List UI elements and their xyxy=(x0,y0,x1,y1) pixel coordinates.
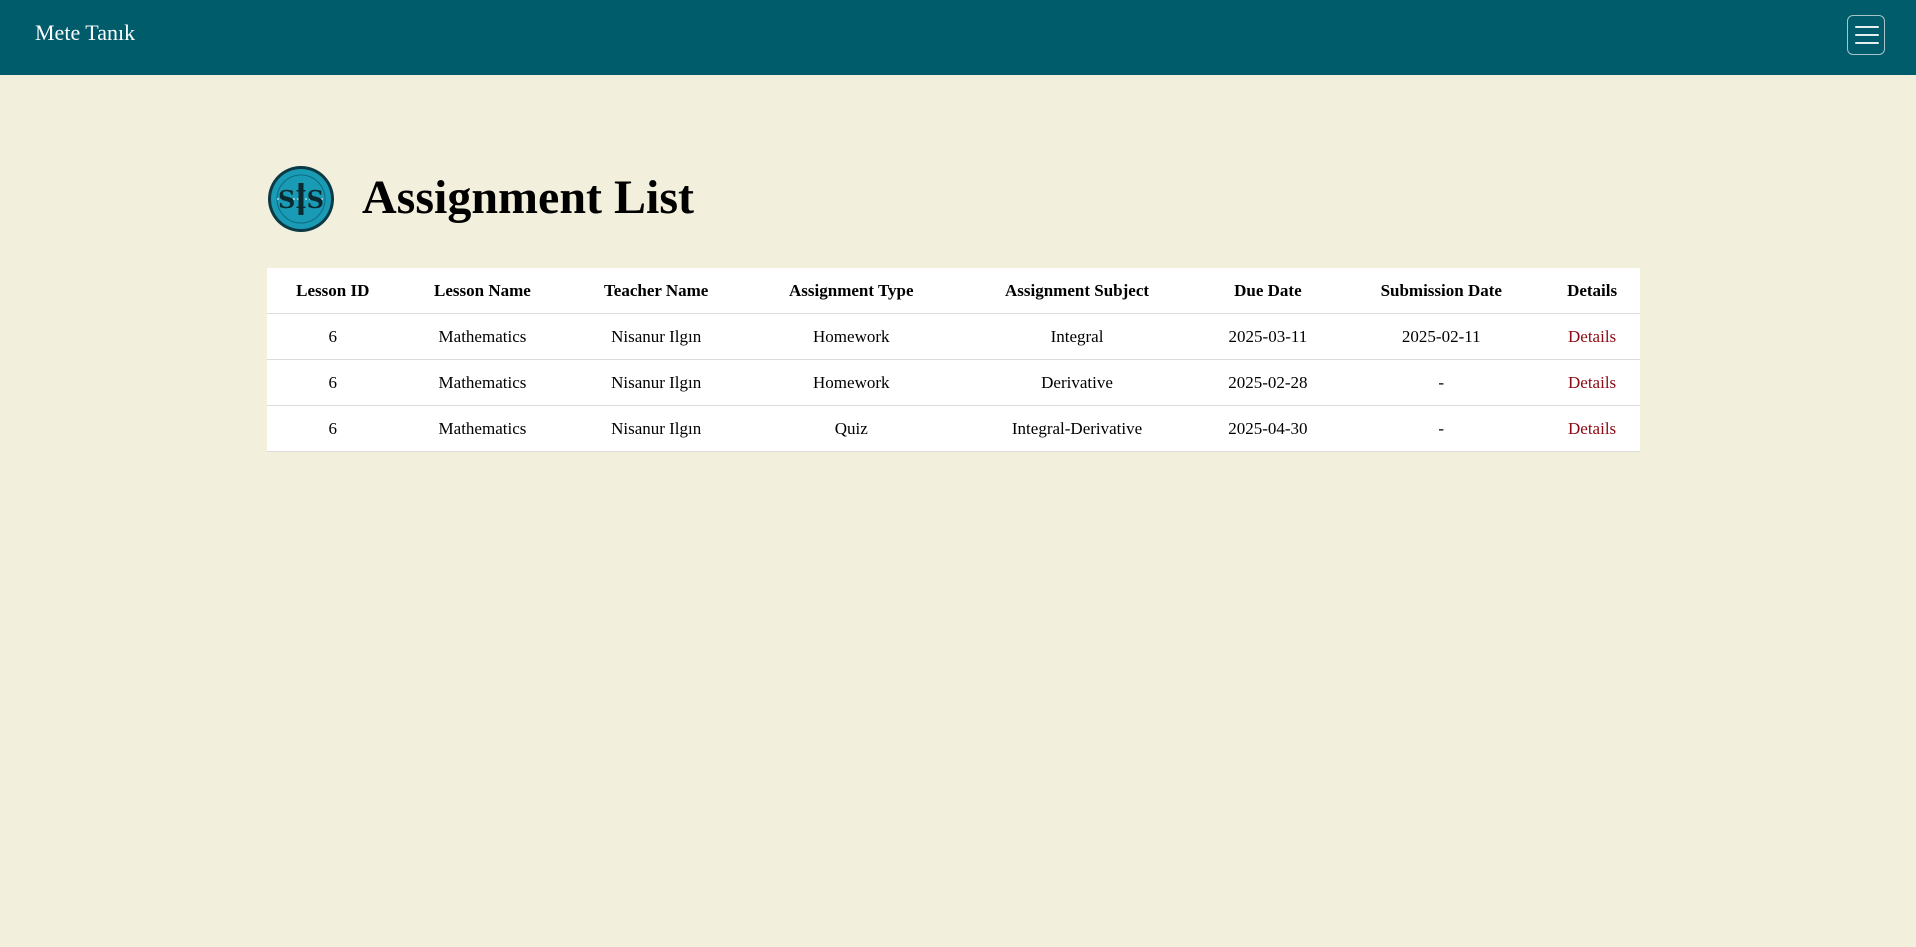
column-header-lesson-name: Lesson Name xyxy=(398,268,567,314)
cell-due-date: 2025-02-28 xyxy=(1197,359,1339,406)
cell-assignment-subject: Integral xyxy=(956,313,1198,360)
cell-assignment-type: Quiz xyxy=(745,405,957,452)
cell-lesson-name: Mathematics xyxy=(398,405,567,452)
column-header-lesson-id: Lesson ID xyxy=(267,268,399,314)
menu-toggle-button[interactable] xyxy=(1847,15,1885,55)
column-header-due-date: Due Date xyxy=(1197,268,1339,314)
page-title: Assignment List xyxy=(362,171,695,224)
cell-due-date: 2025-04-30 xyxy=(1197,405,1339,452)
column-header-assignment-subject: Assignment Subject xyxy=(956,268,1198,314)
cell-assignment-subject: Derivative xyxy=(956,359,1198,406)
cell-assignment-type: Homework xyxy=(745,359,957,406)
cell-teacher-name: Nisanur Ilgın xyxy=(566,359,746,406)
cell-details: Details xyxy=(1544,405,1640,452)
hamburger-icon-line xyxy=(1855,42,1879,44)
cell-lesson-name: Mathematics xyxy=(398,313,567,360)
table-row: 6 Mathematics Nisanur Ilgın Quiz Integra… xyxy=(267,405,1640,452)
hamburger-icon-line xyxy=(1855,26,1879,28)
cell-assignment-type: Homework xyxy=(745,313,957,360)
cell-teacher-name: Nisanur Ilgın xyxy=(566,405,746,452)
sis-logo-icon: SIS xyxy=(267,165,335,233)
cell-lesson-id: 6 xyxy=(267,405,399,452)
assignment-table-container: Lesson ID Lesson Name Teacher Name Assig… xyxy=(267,268,1640,452)
cell-lesson-name: Mathematics xyxy=(398,359,567,406)
cell-teacher-name: Nisanur Ilgın xyxy=(566,313,746,360)
cell-lesson-id: 6 xyxy=(267,359,399,406)
cell-details: Details xyxy=(1544,313,1640,360)
table-row: 6 Mathematics Nisanur Ilgın Homework Int… xyxy=(267,313,1640,360)
top-navbar: Mete Tanık xyxy=(0,0,1916,75)
hamburger-icon-line xyxy=(1855,34,1879,36)
cell-submission-date: 2025-02-11 xyxy=(1338,313,1545,360)
table-row: 6 Mathematics Nisanur Ilgın Homework Der… xyxy=(267,359,1640,406)
cell-submission-date: - xyxy=(1338,359,1545,406)
details-link[interactable]: Details xyxy=(1568,419,1616,438)
table-header-row: Lesson ID Lesson Name Teacher Name Assig… xyxy=(267,268,1640,314)
brand-user-name[interactable]: Mete Tanık xyxy=(35,20,135,46)
column-header-details: Details xyxy=(1544,268,1640,314)
column-header-teacher-name: Teacher Name xyxy=(566,268,746,314)
cell-due-date: 2025-03-11 xyxy=(1197,313,1339,360)
column-header-assignment-type: Assignment Type xyxy=(745,268,957,314)
cell-details: Details xyxy=(1544,359,1640,406)
cell-lesson-id: 6 xyxy=(267,313,399,360)
assignment-table: Lesson ID Lesson Name Teacher Name Assig… xyxy=(267,268,1640,452)
details-link[interactable]: Details xyxy=(1568,327,1616,346)
details-link[interactable]: Details xyxy=(1568,373,1616,392)
cell-assignment-subject: Integral-Derivative xyxy=(956,405,1198,452)
cell-submission-date: - xyxy=(1338,405,1545,452)
column-header-submission-date: Submission Date xyxy=(1338,268,1545,314)
